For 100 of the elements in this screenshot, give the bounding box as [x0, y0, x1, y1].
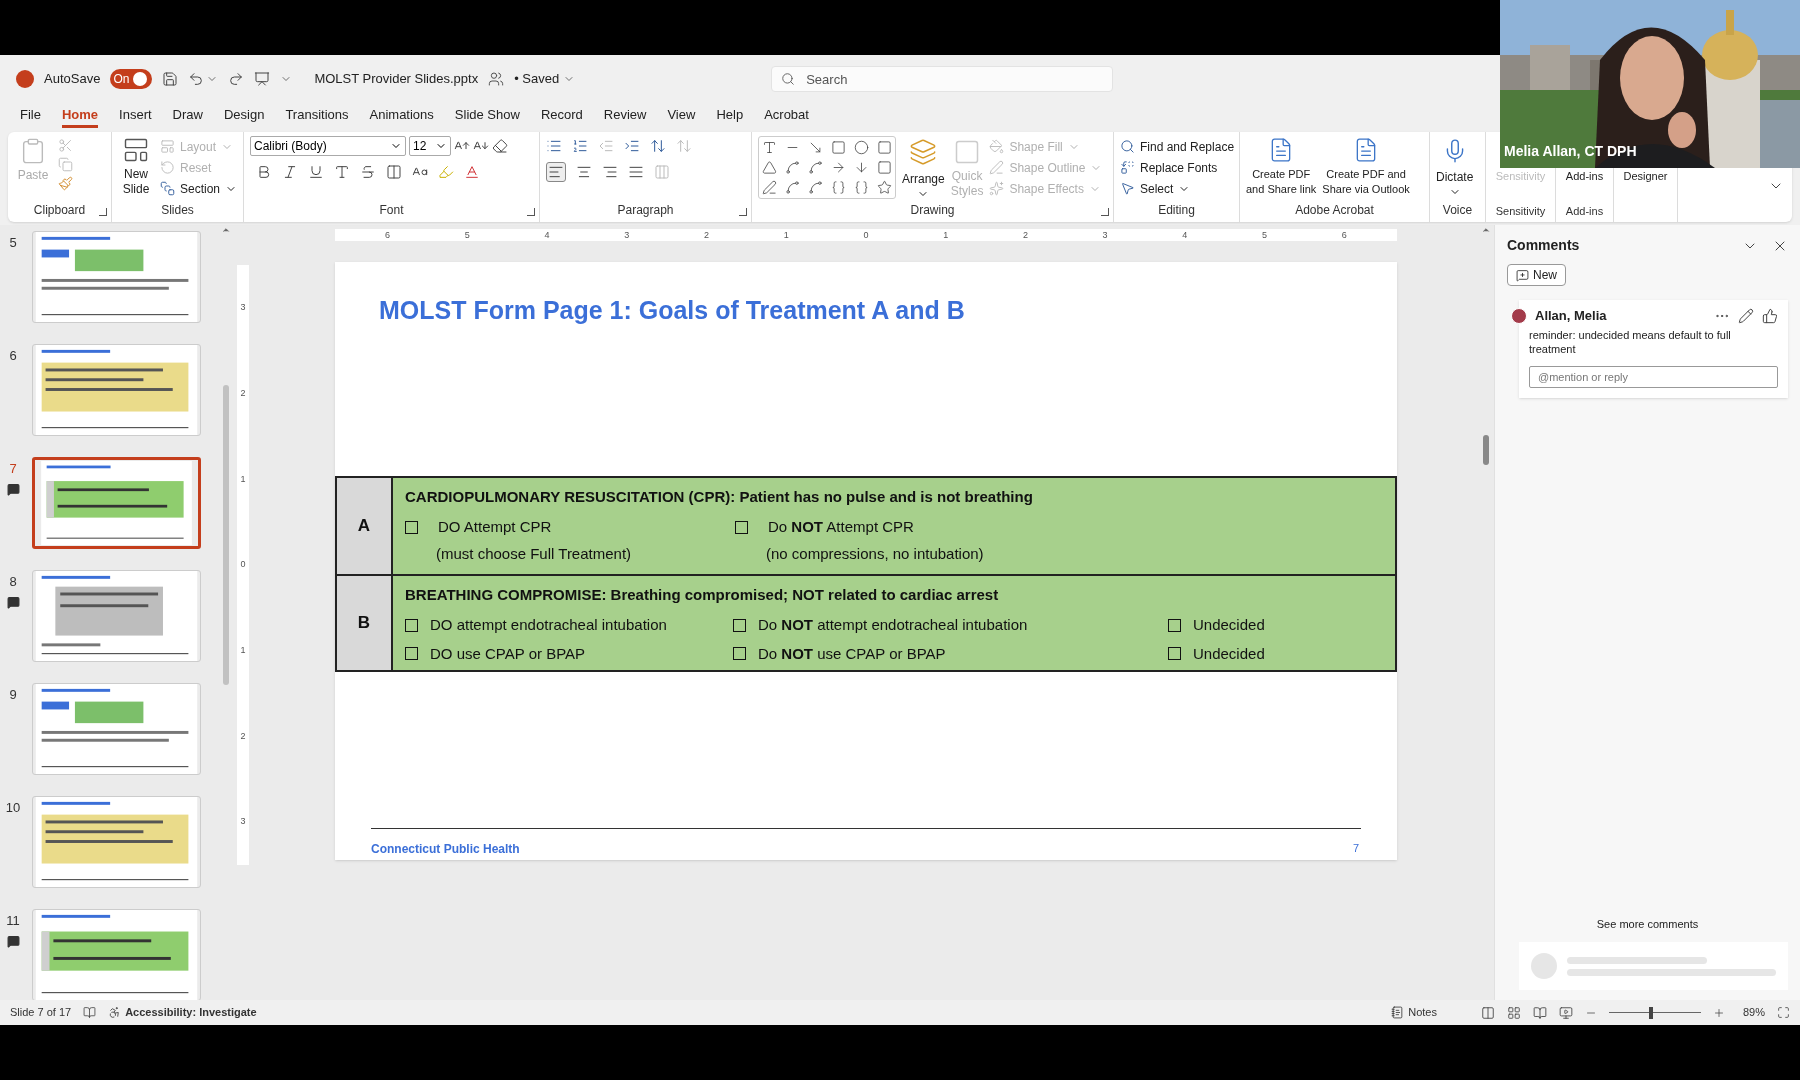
arrow-icon[interactable] — [808, 140, 823, 155]
down-arrow-icon[interactable] — [854, 160, 869, 175]
slide-thumbnail[interactable] — [32, 457, 201, 549]
notes-button[interactable]: Notes — [1391, 1004, 1437, 1021]
menu-tab[interactable]: View — [667, 104, 696, 128]
see-more-comments-link[interactable]: See more comments — [1596, 915, 1699, 932]
checkbox[interactable] — [733, 647, 746, 661]
menu-tab[interactable]: Transitions — [285, 104, 349, 128]
zoom-slider-thumb[interactable] — [1649, 1006, 1654, 1019]
reply-field[interactable]: @mention or reply — [1529, 365, 1778, 388]
dialog-launcher-icon[interactable] — [1101, 208, 1109, 216]
select-button[interactable]: Select — [1120, 178, 1235, 199]
zoom-in-icon[interactable] — [1712, 1006, 1725, 1019]
shapes-gallery[interactable] — [758, 136, 896, 199]
menu-tab[interactable]: Animations — [369, 104, 434, 128]
reading-view-icon[interactable] — [1532, 1005, 1547, 1020]
menu-tab[interactable]: Review — [603, 104, 647, 128]
align-left-button[interactable] — [546, 162, 566, 182]
arrange-button[interactable]: Arrange — [902, 136, 945, 200]
clear-formatting-icon[interactable] — [492, 138, 508, 154]
oval-icon[interactable] — [854, 140, 869, 155]
font-name-field[interactable]: Calibri (Body) — [250, 136, 406, 156]
checkbox[interactable] — [733, 618, 746, 632]
rounded-rectangle-icon[interactable] — [877, 140, 892, 155]
menu-tab[interactable]: Help — [716, 104, 744, 128]
section-button[interactable]: Section — [159, 178, 237, 199]
italic-icon[interactable] — [282, 164, 298, 180]
triangle-icon[interactable] — [762, 160, 777, 175]
new-comment-button[interactable]: New — [1507, 264, 1566, 286]
scrollbar-thumb[interactable] — [223, 385, 229, 685]
dialog-launcher-icon[interactable] — [99, 208, 107, 216]
left-brace-icon[interactable] — [831, 180, 846, 195]
justify-icon[interactable] — [628, 164, 644, 180]
save-status: • Saved — [514, 70, 560, 89]
create-pdf-share-link-button[interactable]: Create PDF and Share link — [1246, 136, 1317, 197]
designer-button[interactable]: Designer — [1623, 168, 1668, 185]
autosave-toggle[interactable]: On — [110, 69, 153, 89]
scroll-up-icon[interactable] — [221, 225, 231, 235]
search-field[interactable]: Search — [771, 66, 1114, 92]
star-icon[interactable] — [877, 180, 892, 195]
menu-tab[interactable]: Design — [223, 104, 265, 128]
increase-indent-icon[interactable] — [624, 138, 640, 154]
menu-tab[interactable]: Acrobat — [764, 104, 809, 128]
scrollbar-thumb[interactable] — [1483, 435, 1489, 465]
presentation-icon[interactable] — [254, 71, 271, 87]
checkbox[interactable] — [1168, 647, 1181, 661]
connector-icon[interactable] — [785, 160, 800, 175]
rectangle-icon[interactable] — [831, 140, 846, 155]
font-size-field[interactable]: 12 — [409, 136, 451, 156]
dialog-launcher-icon[interactable] — [739, 208, 747, 216]
curve-icon[interactable] — [808, 180, 823, 195]
slide-sorter-icon[interactable] — [1506, 1005, 1521, 1020]
edit-icon[interactable] — [1738, 307, 1754, 324]
save-icon[interactable] — [162, 71, 179, 87]
right-brace-icon[interactable] — [854, 180, 869, 195]
arc-icon[interactable] — [785, 180, 800, 195]
menu-tab[interactable]: Draw — [172, 104, 203, 128]
undo-icon[interactable] — [188, 71, 205, 87]
right-arrow-icon[interactable] — [831, 160, 846, 175]
menu-tab[interactable]: Slide Show — [454, 104, 520, 128]
text-box-icon[interactable] — [762, 140, 777, 155]
checkbox[interactable] — [1168, 618, 1181, 632]
menu-tab[interactable]: Home — [61, 104, 99, 128]
checkbox[interactable] — [405, 647, 418, 661]
numbering-icon[interactable] — [572, 138, 588, 154]
replace-fonts-button[interactable]: Replace Fonts — [1120, 157, 1235, 178]
bullets-icon[interactable] — [546, 138, 562, 154]
fit-to-window-icon[interactable] — [1777, 1006, 1790, 1019]
slide-show-icon[interactable] — [1558, 1005, 1573, 1020]
vertical-ruler: 3 2 1 0 1 2 3 — [237, 265, 249, 865]
line-spacing-icon[interactable] — [650, 138, 666, 154]
dialog-launcher-icon[interactable] — [527, 208, 535, 216]
normal-view-icon[interactable] — [1480, 1005, 1495, 1020]
align-right-icon[interactable] — [602, 164, 618, 180]
scroll-up-icon[interactable] — [1481, 225, 1491, 235]
checkbox[interactable] — [405, 618, 418, 632]
add-ins-button[interactable]: Add-ins — [1565, 168, 1604, 185]
font-color-icon[interactable] — [464, 164, 480, 180]
strikethrough-icon[interactable] — [360, 164, 376, 180]
curved-connector-icon[interactable] — [808, 160, 823, 175]
find-and-replace-button[interactable]: Find and Replace — [1120, 136, 1235, 157]
checkbox[interactable] — [735, 520, 748, 534]
square-icon[interactable] — [877, 160, 892, 175]
accessibility-button[interactable]: Accessibility: Investigate — [108, 1004, 257, 1021]
menu-tab[interactable]: Insert — [119, 104, 152, 128]
bold-icon[interactable] — [256, 164, 272, 180]
accessibility-icon — [108, 1006, 122, 1019]
checkbox[interactable] — [405, 520, 418, 534]
like-icon[interactable] — [1762, 307, 1778, 324]
layout-icon — [159, 139, 175, 154]
align-center-icon[interactable] — [576, 164, 592, 180]
menu-tab[interactable]: File — [20, 104, 41, 128]
spelling-icon[interactable] — [83, 1006, 97, 1019]
freeform-icon[interactable] — [762, 180, 777, 195]
redo-icon[interactable] — [228, 71, 245, 87]
menu-tab[interactable]: Record — [540, 104, 583, 128]
underline-icon[interactable] — [308, 164, 324, 180]
new-slide-button[interactable]: New Slide — [118, 136, 154, 197]
dictate-button[interactable]: Dictate — [1436, 136, 1474, 198]
create-pdf-share-outlook-button[interactable]: Create PDF and Share via Outlook — [1322, 136, 1410, 197]
